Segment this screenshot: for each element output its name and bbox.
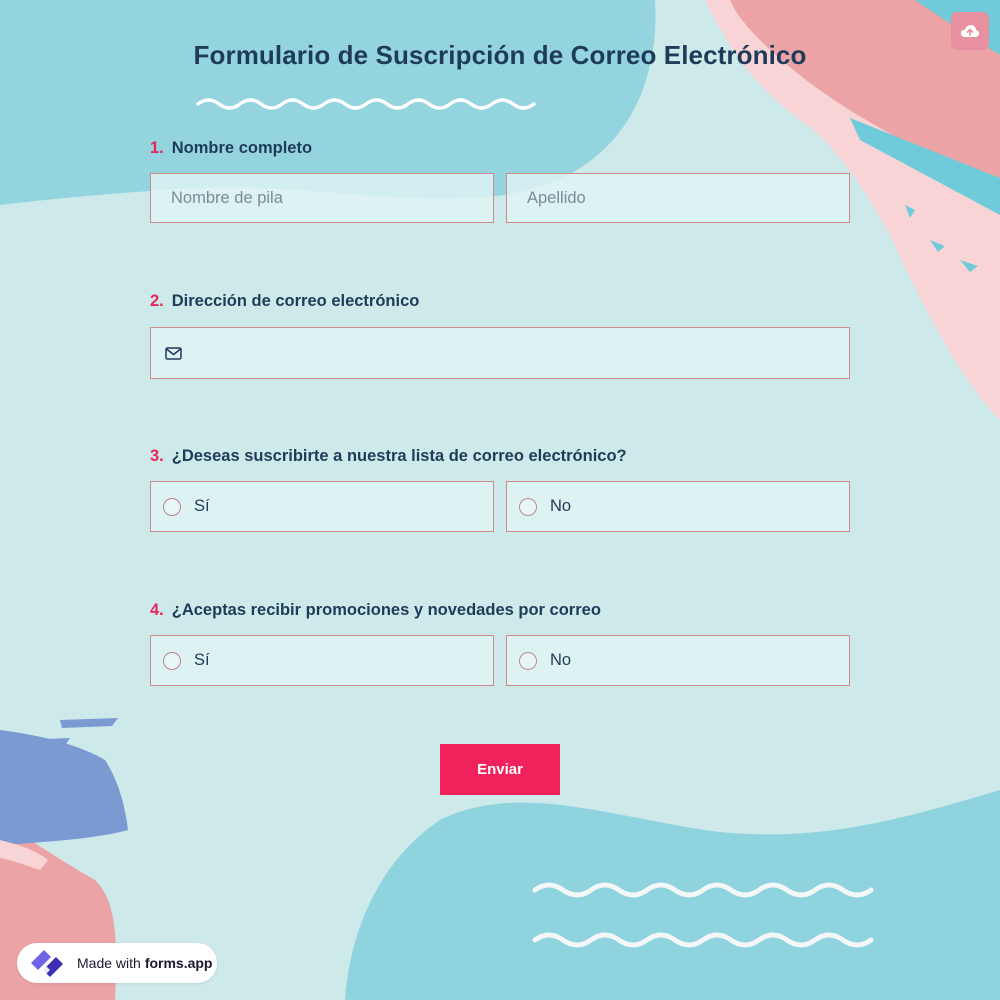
option-label: No xyxy=(550,651,572,669)
radio-button[interactable] xyxy=(519,497,537,516)
first-name-placeholder: Nombre de pila xyxy=(171,188,283,207)
form-title: Formulario de Suscripción de Correo Elec… xyxy=(193,40,807,70)
badge-prefix: Made with xyxy=(77,955,141,971)
question-number: 4. xyxy=(150,601,164,619)
forms-app-logo xyxy=(27,946,67,980)
subscribe-option-no[interactable]: No xyxy=(506,481,850,532)
envelope-icon xyxy=(165,346,182,360)
cloud-upload-icon xyxy=(961,25,979,37)
question-label: ¿Aceptas recibir promociones y novedades… xyxy=(171,601,601,619)
made-with-forms-app-badge[interactable]: Made with forms.app xyxy=(17,943,217,983)
radio-button[interactable] xyxy=(163,651,181,670)
radio-button[interactable] xyxy=(163,497,181,516)
option-label: Sí xyxy=(194,497,210,515)
question-number: 2. xyxy=(150,292,164,310)
radio-button[interactable] xyxy=(519,651,537,670)
question-label: Dirección de correo electrónico xyxy=(171,292,420,310)
question-full-name: 1. Nombre completo xyxy=(150,139,312,158)
question-subscribe: 3. ¿Deseas suscribirte a nuestra lista de… xyxy=(150,447,627,466)
question-email: 2. Dirección de correo electrónico xyxy=(150,292,419,311)
title-underline-wave xyxy=(196,98,536,110)
question-label: Nombre completo xyxy=(171,139,313,157)
option-label: Sí xyxy=(194,651,210,669)
email-field[interactable] xyxy=(150,327,850,379)
question-number: 1. xyxy=(150,139,164,157)
last-name-placeholder: Apellido xyxy=(527,188,586,207)
first-name-input[interactable]: Nombre de pila xyxy=(150,173,494,223)
badge-brand: forms.app xyxy=(144,955,213,971)
question-promotions: 4. ¿Aceptas recibir promociones y novedad… xyxy=(150,601,601,620)
promotions-option-yes[interactable]: Sí xyxy=(150,635,494,686)
question-number: 3. xyxy=(150,447,164,465)
option-label: No xyxy=(550,497,572,515)
question-label: ¿Deseas suscribirte a nuestra lista de c… xyxy=(171,447,627,465)
submit-button[interactable]: Enviar xyxy=(440,744,560,795)
promotions-option-no[interactable]: No xyxy=(506,635,850,686)
subscribe-option-yes[interactable]: Sí xyxy=(150,481,494,532)
last-name-input[interactable]: Apellido xyxy=(506,173,850,223)
